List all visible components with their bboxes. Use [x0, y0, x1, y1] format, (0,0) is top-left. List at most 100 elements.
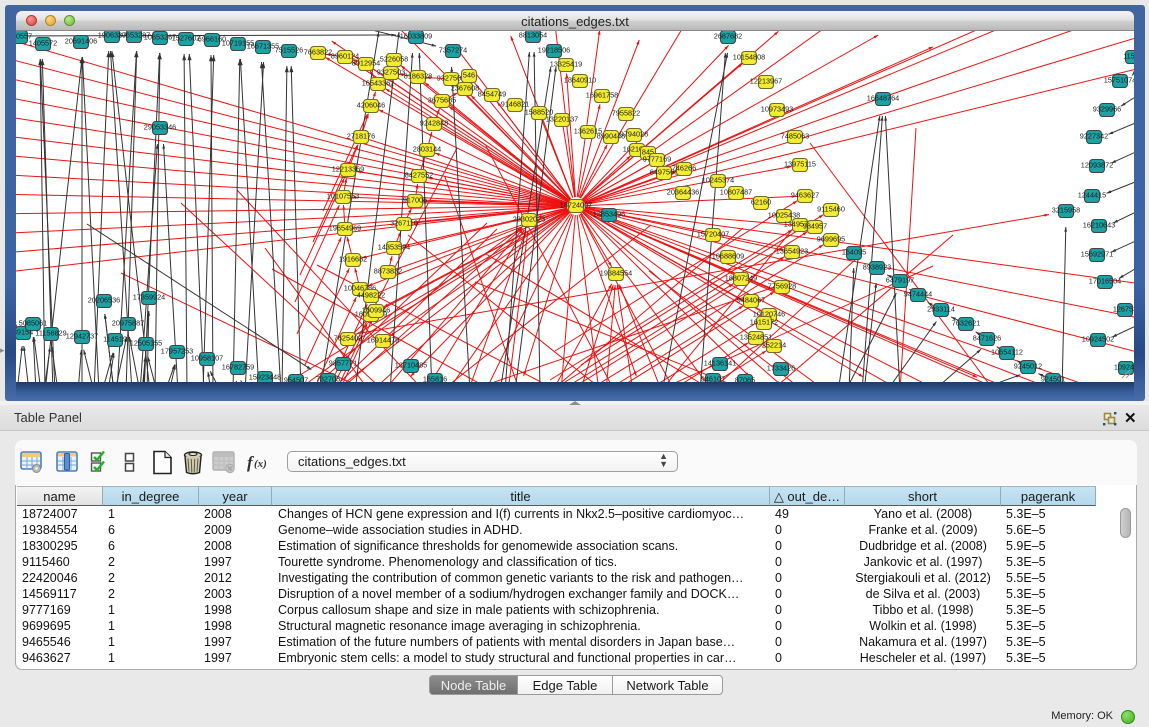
svg-text:20975887: 20975887 — [112, 319, 144, 328]
svg-text:114519: 114519 — [103, 335, 127, 344]
svg-text:7357274: 7357274 — [439, 46, 467, 55]
svg-text:8427552: 8427552 — [405, 171, 433, 180]
svg-text:16961758: 16961758 — [586, 91, 618, 100]
svg-text:12505155: 12505155 — [130, 339, 162, 348]
svg-text:8912954: 8912954 — [352, 59, 380, 68]
svg-text:7632621: 7632621 — [952, 319, 980, 328]
svg-text:20206536: 20206536 — [88, 296, 120, 305]
svg-text:10154808: 10154808 — [733, 53, 765, 62]
svg-text:17957253: 17957253 — [161, 347, 193, 356]
svg-text:17359924: 17359924 — [133, 293, 165, 302]
svg-text:12213967: 12213967 — [750, 77, 782, 86]
svg-text:2367608: 2367608 — [451, 84, 479, 93]
svg-text:16033809: 16033809 — [400, 32, 432, 41]
svg-text:109245: 109245 — [1114, 363, 1134, 372]
svg-text:2687682: 2687682 — [714, 32, 742, 41]
svg-text:16782759: 16782759 — [222, 363, 254, 372]
svg-text:13710485: 13710485 — [395, 361, 427, 370]
svg-text:12093872: 12093872 — [1081, 161, 1113, 170]
svg-text:7663822: 7663822 — [304, 48, 332, 57]
svg-text:9329966: 9329966 — [1093, 105, 1121, 114]
svg-text:746266: 746266 — [672, 164, 696, 173]
svg-text:126753: 126753 — [1113, 305, 1134, 314]
svg-text:4498222: 4498222 — [357, 291, 385, 300]
svg-text:14136141: 14136141 — [704, 359, 736, 368]
svg-text:15692971: 15692971 — [1081, 250, 1113, 259]
svg-text:15923448: 15923448 — [249, 373, 281, 382]
svg-text:9327508: 9327508 — [437, 74, 465, 83]
svg-text:8454749: 8454749 — [478, 90, 506, 99]
svg-text:732705: 732705 — [316, 375, 340, 383]
svg-text:165816: 165816 — [423, 375, 447, 383]
svg-text:1609946: 1609946 — [362, 306, 390, 315]
svg-text:3267110: 3267110 — [390, 219, 418, 228]
svg-text:8471626: 8471626 — [973, 334, 1001, 343]
svg-text:29053346: 29053346 — [144, 123, 176, 132]
svg-text:10654112: 10654112 — [991, 348, 1023, 357]
svg-text:1588520: 1588520 — [525, 108, 553, 117]
svg-text:14353594: 14353594 — [378, 243, 410, 252]
svg-text:18724007: 18724007 — [560, 201, 592, 210]
svg-text:10973493: 10973493 — [761, 105, 793, 114]
svg-text:7625402: 7625402 — [334, 334, 362, 343]
svg-text:4206046: 4206046 — [357, 101, 385, 110]
svg-text:20691406: 20691406 — [65, 37, 97, 46]
svg-text:17016504: 17016504 — [1089, 277, 1121, 286]
svg-text:1615172: 1615172 — [750, 318, 778, 327]
svg-text:9777169: 9777169 — [643, 155, 671, 164]
svg-text:9327503: 9327503 — [377, 68, 405, 77]
svg-text:3675685: 3675685 — [428, 96, 456, 105]
svg-text:984957: 984957 — [803, 222, 827, 231]
svg-text:15751074: 15751074 — [1104, 76, 1134, 85]
svg-text:946107: 946107 — [701, 375, 725, 383]
svg-text:9115460: 9115460 — [817, 205, 845, 214]
svg-text:13975115: 13975115 — [784, 160, 816, 169]
svg-text:1244415: 1244415 — [1078, 191, 1106, 200]
svg-text:8938923: 8938923 — [863, 263, 891, 272]
svg-text:12213369: 12213369 — [332, 165, 364, 174]
svg-text:10924502: 10924502 — [1082, 335, 1114, 344]
svg-text:2933114: 2933114 — [927, 305, 955, 314]
svg-text:19384554: 19384554 — [600, 269, 632, 278]
svg-text:11510: 11510 — [1123, 52, 1134, 61]
svg-text:13654923: 13654923 — [776, 247, 808, 256]
svg-text:10688609: 10688609 — [712, 252, 744, 261]
svg-text:13325419: 13325419 — [550, 60, 582, 69]
svg-text:10958107: 10958107 — [191, 354, 223, 363]
svg-text:18807249: 18807249 — [725, 274, 757, 283]
svg-text:2803144: 2803144 — [413, 145, 441, 154]
svg-text:7485063: 7485063 — [781, 132, 809, 141]
svg-text:2718176: 2718176 — [347, 132, 375, 141]
svg-text:20364436: 20364436 — [667, 188, 699, 197]
svg-text:9242848: 9242848 — [420, 119, 448, 128]
svg-text:9474444: 9474444 — [904, 290, 932, 299]
svg-text:10245374: 10245374 — [702, 176, 734, 185]
svg-text:9463627: 9463627 — [791, 191, 819, 200]
svg-text:1916682: 1916682 — [339, 255, 367, 264]
svg-text:(x): (x) — [254, 458, 267, 470]
svg-text:546: 546 — [463, 71, 475, 80]
svg-text:15720407: 15720407 — [697, 230, 729, 239]
svg-text:7756928: 7756928 — [768, 282, 796, 291]
svg-text:917006: 917006 — [403, 196, 427, 205]
svg-text:13853496: 13853496 — [593, 210, 625, 219]
svg-text:8873832: 8873832 — [374, 267, 402, 276]
svg-text:252214: 252214 — [762, 341, 786, 350]
svg-text:8813054: 8813054 — [519, 31, 547, 40]
svg-text:10807487: 10807487 — [720, 188, 752, 197]
svg-text:9857771: 9857771 — [329, 359, 357, 368]
svg-text:16914479: 16914479 — [367, 336, 399, 345]
svg-text:5226058: 5226058 — [380, 55, 408, 64]
svg-text:19654969: 19654969 — [329, 224, 361, 233]
svg-text:62160: 62160 — [751, 198, 771, 207]
svg-text:3215958: 3215958 — [1052, 206, 1080, 215]
svg-text:16648764: 16648764 — [867, 94, 899, 103]
svg-text:18640910: 18640910 — [564, 76, 596, 85]
svg-text:19218506: 19218506 — [538, 46, 570, 55]
svg-text:1527602: 1527602 — [172, 34, 200, 43]
svg-text:9794028: 9794028 — [620, 130, 648, 139]
svg-text:6479197: 6479197 — [886, 276, 914, 285]
svg-text:11156829: 11156829 — [35, 329, 66, 338]
svg-text:9484067: 9484067 — [737, 296, 765, 305]
svg-text:164095: 164095 — [842, 248, 866, 257]
